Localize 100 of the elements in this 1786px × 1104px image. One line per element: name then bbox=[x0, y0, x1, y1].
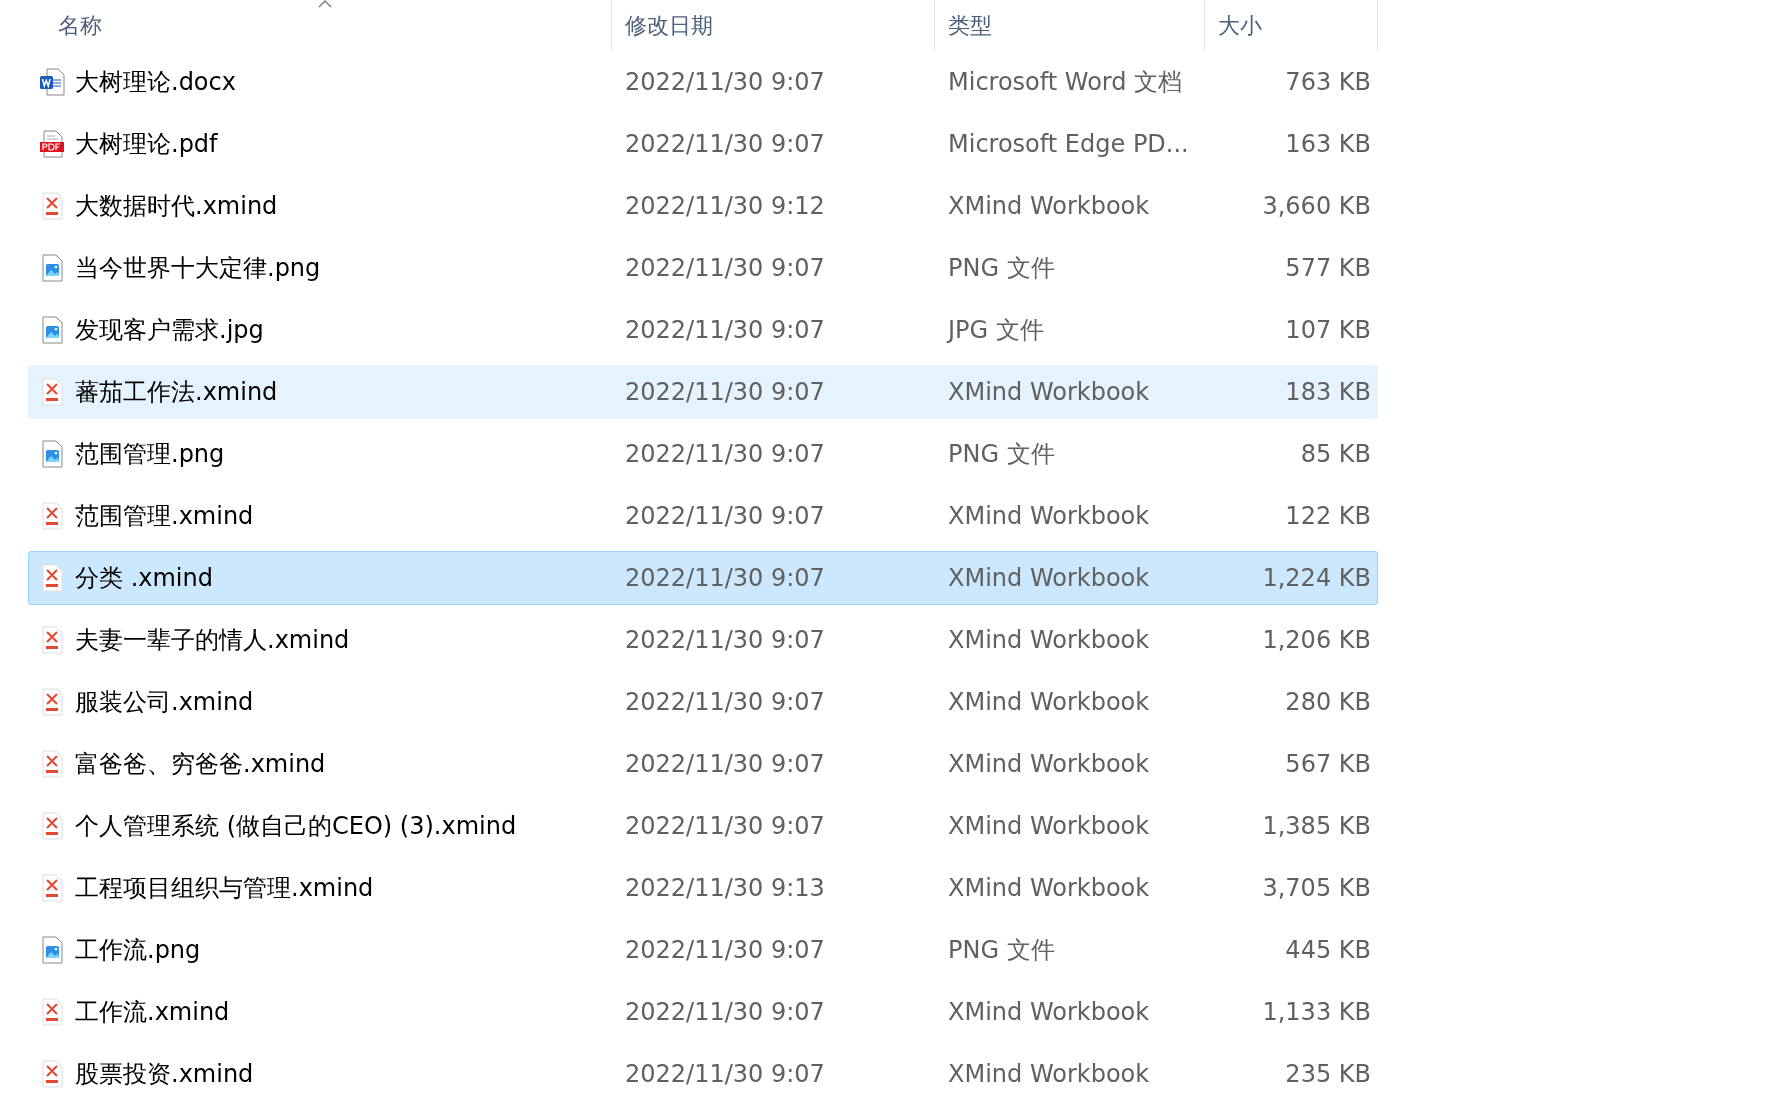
file-row[interactable]: 分类 .xmind 2022/11/30 9:07 XMind Workbook 1,224 KB bbox=[28, 551, 1378, 605]
file-type: XMind Workbook bbox=[947, 812, 1151, 840]
file-size: 3,660 KB bbox=[1261, 192, 1372, 220]
file-size: 183 KB bbox=[1284, 378, 1372, 406]
xmind-file-icon bbox=[39, 1060, 65, 1088]
file-name: 工作流.xmind bbox=[75, 997, 230, 1028]
file-type: PNG 文件 bbox=[947, 935, 1056, 966]
file-type: JPG 文件 bbox=[945, 315, 1045, 346]
file-type: XMind Workbook bbox=[947, 688, 1151, 716]
file-name: 蕃茄工作法.xmind bbox=[75, 377, 278, 408]
file-row[interactable]: 蕃茄工作法.xmind 2022/11/30 9:07 XMind Workbook 183 KB bbox=[28, 365, 1378, 419]
file-type: PNG 文件 bbox=[947, 253, 1056, 284]
file-name: 富爸爸、穷爸爸.xmind bbox=[75, 749, 326, 780]
modified-date: 2022/11/30 9:07 bbox=[624, 254, 826, 282]
file-name: 夫妻一辈子的情人.xmind bbox=[75, 625, 350, 656]
file-size: 567 KB bbox=[1284, 750, 1372, 778]
file-name: 大树理论.docx bbox=[75, 67, 236, 98]
file-type: XMind Workbook bbox=[947, 626, 1151, 654]
modified-date: 2022/11/30 9:07 bbox=[624, 378, 826, 406]
file-size: 235 KB bbox=[1284, 1060, 1372, 1088]
file-type: XMind Workbook bbox=[947, 750, 1151, 778]
file-size: 1,385 KB bbox=[1261, 812, 1372, 840]
file-row[interactable]: 工程项目组织与管理.xmind 2022/11/30 9:13 XMind Workbook 3,705 KB bbox=[28, 861, 1378, 915]
file-size: 280 KB bbox=[1284, 688, 1372, 716]
modified-date: 2022/11/30 9:07 bbox=[624, 688, 826, 716]
image-file-icon bbox=[39, 254, 65, 282]
file-name: 工作流.png bbox=[75, 935, 201, 966]
file-row[interactable]: 当今世界十大定律.png 2022/11/30 9:07 PNG 文件 577 KB bbox=[28, 241, 1378, 295]
file-size: 163 KB bbox=[1284, 130, 1372, 158]
file-size: 85 KB bbox=[1299, 440, 1372, 468]
modified-date: 2022/11/30 9:13 bbox=[624, 874, 826, 902]
file-type: XMind Workbook bbox=[947, 564, 1151, 592]
file-row[interactable]: 富爸爸、穷爸爸.xmind 2022/11/30 9:07 XMind Workbook 567 KB bbox=[28, 737, 1378, 791]
file-size: 3,705 KB bbox=[1261, 874, 1372, 902]
file-row[interactable]: 范围管理.xmind 2022/11/30 9:07 XMind Workbook 122 KB bbox=[28, 489, 1378, 543]
file-name: 发现客户需求.jpg bbox=[75, 315, 264, 346]
file-size: 122 KB bbox=[1284, 502, 1372, 530]
xmind-file-icon bbox=[39, 626, 65, 654]
modified-date: 2022/11/30 9:07 bbox=[624, 1060, 826, 1088]
file-row[interactable]: 大树理论.pdf 2022/11/30 9:07 Microsoft Edge PD... 163 KB bbox=[28, 117, 1378, 171]
xmind-file-icon bbox=[39, 378, 65, 406]
image-file-icon bbox=[39, 440, 65, 468]
file-row[interactable]: 大数据时代.xmind 2022/11/30 9:12 XMind Workbook 3,660 KB bbox=[28, 179, 1378, 233]
xmind-file-icon bbox=[39, 192, 65, 220]
xmind-file-icon bbox=[39, 812, 65, 840]
file-row[interactable]: 服装公司.xmind 2022/11/30 9:07 XMind Workbook 280 KB bbox=[28, 675, 1378, 729]
modified-date: 2022/11/30 9:07 bbox=[624, 130, 826, 158]
file-row[interactable]: 个人管理系统 (做自己的CEO) (3).xmind 2022/11/30 9:07 XMind Workbook 1,385 KB bbox=[28, 799, 1378, 853]
file-row[interactable]: 大树理论.docx 2022/11/30 9:07 Microsoft Word 文档 763 KB bbox=[28, 55, 1378, 109]
file-name: 分类 .xmind bbox=[75, 563, 213, 594]
file-type: PNG 文件 bbox=[947, 439, 1056, 470]
file-type: XMind Workbook bbox=[947, 998, 1151, 1026]
column-header[interactable]: 修改日期 bbox=[612, 0, 935, 51]
xmind-file-icon bbox=[39, 564, 65, 592]
modified-date: 2022/11/30 9:07 bbox=[624, 750, 826, 778]
file-size: 1,133 KB bbox=[1261, 998, 1372, 1026]
modified-date: 2022/11/30 9:07 bbox=[624, 316, 826, 344]
sort-caret-icon bbox=[317, 0, 332, 8]
file-size: 445 KB bbox=[1284, 936, 1372, 964]
file-row[interactable]: 范围管理.png 2022/11/30 9:07 PNG 文件 85 KB bbox=[28, 427, 1378, 481]
file-name: 大树理论.pdf bbox=[75, 129, 218, 160]
document-icon bbox=[39, 68, 65, 96]
xmind-file-icon bbox=[39, 688, 65, 716]
column-header[interactable]: 名称 bbox=[28, 0, 612, 51]
file-type: Microsoft Word 文档 bbox=[947, 67, 1184, 98]
file-type: XMind Workbook bbox=[947, 874, 1151, 902]
file-size: 1,224 KB bbox=[1261, 564, 1372, 592]
file-name: 服装公司.xmind bbox=[75, 687, 254, 718]
modified-date: 2022/11/30 9:07 bbox=[624, 68, 826, 96]
image-file-icon bbox=[39, 936, 65, 964]
file-size: 763 KB bbox=[1284, 68, 1372, 96]
xmind-file-icon bbox=[39, 502, 65, 530]
file-type: XMind Workbook bbox=[947, 378, 1151, 406]
file-row[interactable]: 发现客户需求.jpg 2022/11/30 9:07 JPG 文件 107 KB bbox=[28, 303, 1378, 357]
file-row[interactable]: 工作流.png 2022/11/30 9:07 PNG 文件 445 KB bbox=[28, 923, 1378, 977]
file-type: XMind Workbook bbox=[947, 192, 1151, 220]
file-size: 107 KB bbox=[1284, 316, 1372, 344]
modified-date: 2022/11/30 9:07 bbox=[624, 626, 826, 654]
file-type: Microsoft Edge PD... bbox=[947, 130, 1190, 158]
file-name: 个人管理系统 (做自己的CEO) (3).xmind bbox=[75, 811, 517, 842]
modified-date: 2022/11/30 9:07 bbox=[624, 998, 826, 1026]
file-row[interactable]: 夫妻一辈子的情人.xmind 2022/11/30 9:07 XMind Workbook 1,206 KB bbox=[28, 613, 1378, 667]
file-name: 股票投资.xmind bbox=[75, 1059, 254, 1090]
pdf-file-icon bbox=[39, 130, 65, 158]
file-row[interactable]: 股票投资.xmind 2022/11/30 9:07 XMind Workbook 235 KB bbox=[28, 1047, 1378, 1101]
file-name: 当今世界十大定律.png bbox=[75, 253, 321, 284]
file-row[interactable]: 工作流.xmind 2022/11/30 9:07 XMind Workbook 1,133 KB bbox=[28, 985, 1378, 1039]
column-header[interactable]: 大小 bbox=[1205, 0, 1378, 51]
file-type: XMind Workbook bbox=[947, 502, 1151, 530]
xmind-file-icon bbox=[39, 874, 65, 902]
modified-date: 2022/11/30 9:07 bbox=[624, 936, 826, 964]
file-size: 577 KB bbox=[1284, 254, 1372, 282]
xmind-file-icon bbox=[39, 750, 65, 778]
modified-date: 2022/11/30 9:12 bbox=[624, 192, 826, 220]
image-file-icon bbox=[39, 316, 65, 344]
file-name: 范围管理.png bbox=[75, 439, 225, 470]
modified-date: 2022/11/30 9:07 bbox=[624, 812, 826, 840]
column-header[interactable]: 类型 bbox=[935, 0, 1205, 51]
xmind-file-icon bbox=[39, 998, 65, 1026]
modified-date: 2022/11/30 9:07 bbox=[624, 564, 826, 592]
